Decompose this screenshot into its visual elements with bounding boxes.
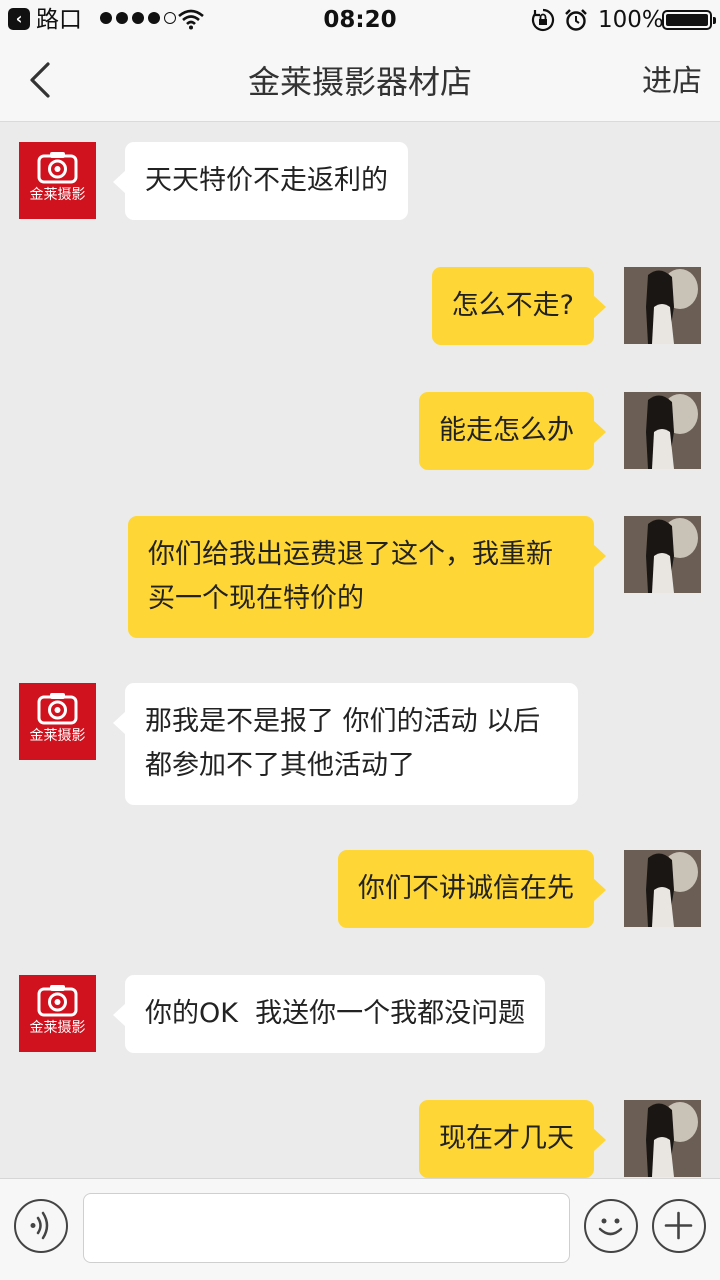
message-bubble-user[interactable]: 能走怎么办 xyxy=(419,392,606,470)
message-bubble-shop[interactable]: 你的OK 我送你一个我都没问题 xyxy=(112,975,546,1053)
message-bubble-shop[interactable]: 那我是不是报了 你们的活动 以后都参加不了其他活动了 xyxy=(113,683,578,805)
shop-logo-text: 金莱摄影 xyxy=(29,728,86,744)
user-avatar[interactable] xyxy=(624,850,701,927)
shop-logo-text: 金莱摄影 xyxy=(29,1020,86,1036)
camera-logo-icon xyxy=(37,152,78,184)
rotation-lock-icon xyxy=(531,8,555,32)
user-photo-icon xyxy=(624,267,701,344)
shop-avatar[interactable]: 金莱摄影 xyxy=(19,683,96,760)
message-bubble-user[interactable]: 你们给我出运费退了这个，我重新买一个现在特价的 xyxy=(128,516,606,638)
status-bar: ‹ 路口 08:20 100% xyxy=(0,0,720,40)
camera-logo-icon xyxy=(37,693,78,725)
alarm-icon xyxy=(564,8,588,32)
page-title: 金莱摄影器材店 xyxy=(247,63,472,101)
shop-avatar[interactable]: 金莱摄影 xyxy=(19,975,96,1052)
user-avatar[interactable] xyxy=(624,516,701,593)
more-options-button[interactable] xyxy=(652,1199,706,1253)
navigation-bar: 金莱摄影器材店 进店 xyxy=(0,40,720,122)
message-bubble-shop[interactable]: 天天特价不走返利的 xyxy=(113,142,408,220)
user-photo-icon xyxy=(624,850,701,927)
emoji-button[interactable] xyxy=(584,1199,638,1253)
battery-percentage: 100% xyxy=(598,7,664,33)
message-bubble-user[interactable]: 怎么不走? xyxy=(431,267,607,345)
user-photo-icon xyxy=(624,392,701,469)
user-avatar[interactable] xyxy=(624,1100,701,1177)
user-photo-icon xyxy=(624,1100,701,1177)
voice-input-button[interactable] xyxy=(14,1199,68,1253)
message-input-bar xyxy=(0,1178,720,1280)
user-avatar[interactable] xyxy=(624,267,701,344)
message-bubble-user[interactable]: 你们不讲诚信在先 xyxy=(338,850,606,928)
voice-wave-icon xyxy=(30,1211,49,1240)
battery-icon xyxy=(662,10,716,30)
shop-avatar[interactable]: 金莱摄影 xyxy=(19,142,96,219)
camera-logo-icon xyxy=(37,985,78,1017)
user-avatar[interactable] xyxy=(624,392,701,469)
enter-store-button[interactable]: 进店 xyxy=(642,62,702,102)
smiley-face-icon xyxy=(598,1218,623,1236)
plus-icon xyxy=(664,1211,693,1240)
shop-logo-text: 金莱摄影 xyxy=(29,187,86,203)
message-bubble-user[interactable]: 现在才几天 xyxy=(419,1100,606,1178)
chat-message-list[interactable]: 金莱摄影 天天特价不走返利的 怎么不走? 能走怎么办 你们给我出运费退了这个，我… xyxy=(0,123,720,1178)
message-text-input[interactable] xyxy=(83,1193,570,1263)
user-photo-icon xyxy=(624,516,701,593)
